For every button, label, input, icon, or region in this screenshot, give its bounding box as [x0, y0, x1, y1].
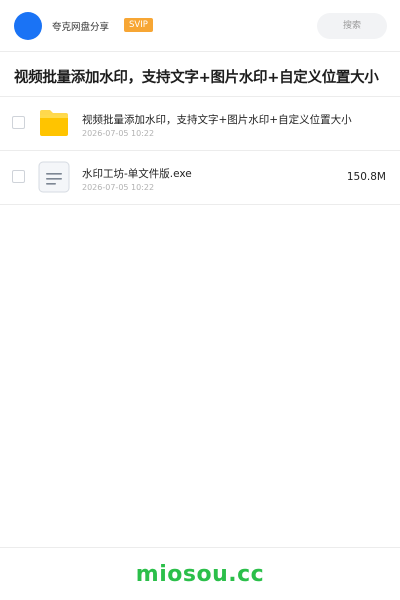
footer-divider — [0, 547, 400, 548]
row-checkbox[interactable] — [12, 170, 25, 183]
search-button[interactable]: 搜索 — [317, 13, 387, 39]
folder-icon — [40, 110, 68, 136]
avatar[interactable] — [14, 12, 42, 40]
file-name[interactable]: 水印工坊-单文件版.exe — [82, 166, 192, 181]
share-page: 夸克网盘分享 SVIP 搜索 视频批量添加水印，支持文字+图片水印+自定义位置大… — [0, 0, 400, 600]
file-size: 150.8M — [346, 171, 386, 183]
row-checkbox[interactable] — [12, 116, 25, 129]
document-icon — [38, 161, 70, 193]
file-date: 2026-07-05 10:22 — [82, 183, 155, 192]
page-title: 视频批量添加水印，支持文字+图片水印+自定义位置大小 — [14, 70, 379, 86]
site-watermark: miosou.cc — [135, 562, 265, 587]
file-row-folder[interactable]: 视频批量添加水印，支持文字+图片水印+自定义位置大小 2026-07-05 10… — [0, 97, 400, 151]
vip-badge: SVIP — [124, 18, 153, 32]
file-name[interactable]: 视频批量添加水印，支持文字+图片水印+自定义位置大小 — [82, 112, 352, 127]
header-bar: 夸克网盘分享 SVIP 搜索 — [0, 0, 400, 52]
account-name: 夸克网盘分享 — [52, 22, 110, 33]
file-date: 2026-07-05 10:22 — [82, 129, 155, 138]
file-row-exe[interactable]: 水印工坊-单文件版.exe 2026-07-05 10:22 150.8M — [0, 151, 400, 205]
